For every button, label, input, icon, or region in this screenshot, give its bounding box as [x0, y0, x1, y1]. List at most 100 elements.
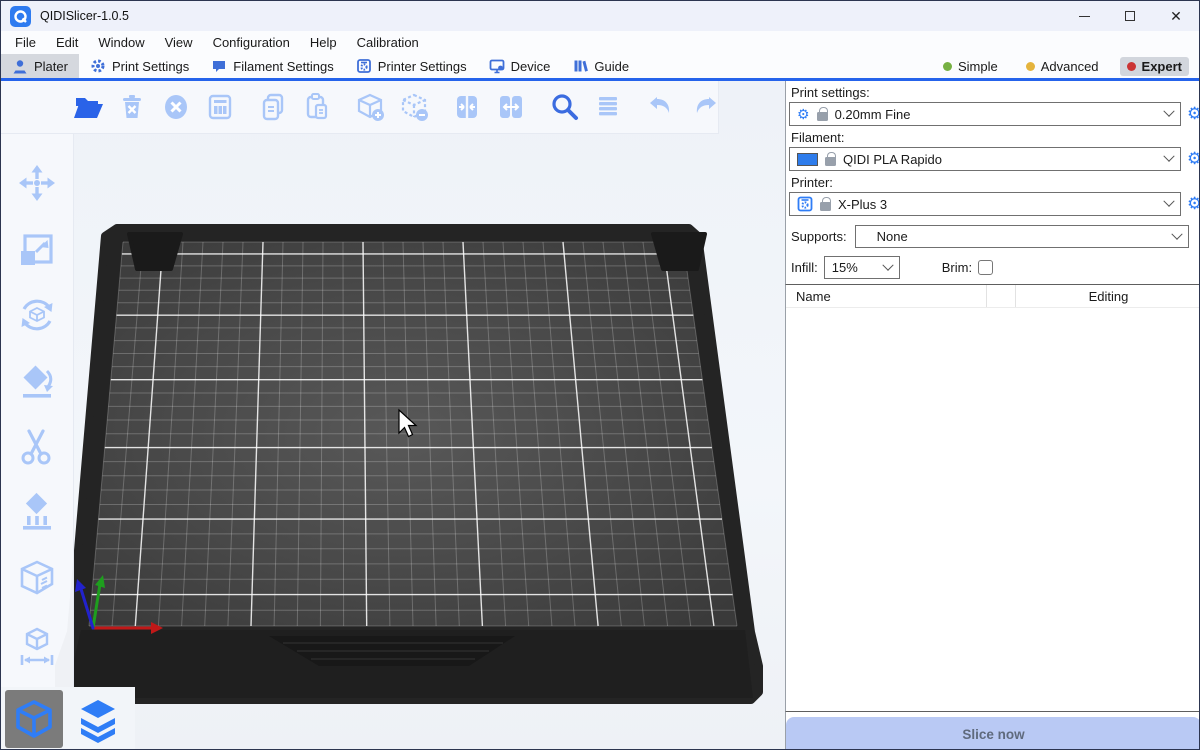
mode-simple[interactable]: Simple [936, 57, 1005, 76]
printer-icon [356, 58, 372, 74]
paint-supports-button[interactable] [14, 490, 60, 536]
filament-value: QIDI PLA Rapido [843, 152, 942, 167]
delete-button[interactable] [113, 89, 150, 126]
simple-dot-icon [943, 62, 952, 71]
printer-label: Printer: [791, 175, 1200, 190]
menu-item-help[interactable]: Help [300, 31, 347, 54]
menu-item-edit[interactable]: Edit [46, 31, 88, 54]
menu-item-configuration[interactable]: Configuration [203, 31, 300, 54]
menu-item-calibration[interactable]: Calibration [347, 31, 429, 54]
view-3d-editor-button[interactable] [5, 690, 63, 748]
remove-instance-button[interactable] [395, 89, 432, 126]
paste-button[interactable] [298, 89, 335, 126]
seam-button[interactable] [14, 556, 60, 602]
copy-button[interactable] [254, 89, 291, 126]
tab-label: Plater [34, 59, 68, 74]
filament-label: Filament: [791, 130, 1200, 145]
object-list-header: Name Editing [786, 285, 1200, 308]
printer-value: X-Plus 3 [838, 197, 887, 212]
viewport-3d[interactable] [1, 81, 785, 750]
menu-item-window[interactable]: Window [88, 31, 154, 54]
device-icon [489, 58, 505, 74]
tab-printer-settings[interactable]: Printer Settings [345, 54, 478, 78]
chevron-down-icon [1163, 196, 1174, 207]
arrange-button[interactable] [201, 89, 238, 126]
tab-label: Device [511, 59, 551, 74]
minimize-button[interactable] [1061, 1, 1107, 31]
add-instance-button[interactable] [351, 89, 388, 126]
layers-icon [592, 91, 624, 123]
tab-device[interactable]: Device [478, 54, 562, 78]
print-settings-combo[interactable]: ⚙ 0.20mm Fine [789, 102, 1181, 126]
mode-expert[interactable]: Expert [1120, 57, 1189, 76]
filament-combo[interactable]: QIDI PLA Rapido [789, 147, 1181, 171]
infill-value: 15% [832, 260, 858, 275]
infill-combo[interactable]: 15% [824, 256, 900, 279]
redo-button[interactable] [686, 89, 723, 126]
print-settings-gear-button[interactable]: ⚙ [1187, 104, 1200, 124]
move-button[interactable] [14, 160, 60, 206]
mode-label: Simple [958, 59, 998, 74]
brim-checkbox[interactable] [978, 260, 993, 275]
gear-icon: ⚙ [797, 107, 810, 121]
redo-icon [689, 91, 721, 123]
scale-button[interactable] [14, 226, 60, 272]
measure-button[interactable] [14, 622, 60, 668]
menu-item-file[interactable]: File [5, 31, 46, 54]
chevron-down-icon [882, 259, 893, 270]
mode-label: Advanced [1041, 59, 1099, 74]
bed-clip-right [653, 234, 705, 269]
open-folder-icon [72, 91, 104, 123]
tab-label: Guide [594, 59, 629, 74]
open-button[interactable] [69, 89, 106, 126]
rotate-button[interactable] [14, 292, 60, 338]
supports-combo[interactable]: None [855, 225, 1189, 248]
cube-3d-icon [11, 696, 57, 742]
split-to-objects-button[interactable] [448, 89, 485, 126]
print-bed-scene [1, 81, 785, 750]
undo-button[interactable] [642, 89, 679, 126]
tab-print-settings[interactable]: Print Settings [79, 54, 200, 78]
view-toggle-bar [1, 687, 135, 750]
printer-gear-button[interactable]: ⚙ [1187, 194, 1200, 214]
close-icon: ✕ [1170, 9, 1182, 23]
split-to-parts-icon [495, 91, 527, 123]
paste-icon [301, 91, 333, 123]
seam-icon [15, 557, 59, 601]
maximize-button[interactable] [1107, 1, 1153, 31]
infill-label: Infill: [791, 260, 818, 275]
tab-guide[interactable]: Guide [561, 54, 640, 78]
cut-button[interactable] [14, 424, 60, 470]
place-on-face-button[interactable] [14, 358, 60, 404]
menu-bar: File Edit Window View Configuration Help… [1, 31, 1199, 54]
split-to-objects-icon [451, 91, 483, 123]
variable-layer-height-button[interactable] [589, 89, 626, 126]
app-logo-icon [10, 6, 31, 27]
filament-icon [211, 58, 227, 74]
copy-icon [257, 91, 289, 123]
filament-gear-button[interactable]: ⚙ [1187, 149, 1200, 169]
search-button[interactable] [545, 89, 582, 126]
supports-label: Supports: [791, 229, 847, 244]
gear-icon [90, 58, 106, 74]
maximize-icon [1125, 11, 1135, 21]
column-editing: Editing [1016, 289, 1200, 304]
delete-all-button[interactable] [157, 89, 194, 126]
delete-icon [116, 91, 148, 123]
view-preview-button[interactable] [69, 690, 127, 748]
tab-plater[interactable]: Plater [1, 54, 79, 78]
slice-now-button[interactable]: Slice now [786, 717, 1200, 750]
close-button[interactable]: ✕ [1153, 1, 1199, 31]
chevron-down-icon [1171, 228, 1182, 239]
object-list[interactable]: Name Editing [785, 284, 1200, 712]
mode-advanced[interactable]: Advanced [1019, 57, 1106, 76]
menu-item-view[interactable]: View [155, 31, 203, 54]
rotate-icon [15, 293, 59, 337]
arrange-icon [204, 91, 236, 123]
printer-icon [797, 196, 813, 212]
tab-filament-settings[interactable]: Filament Settings [200, 54, 344, 78]
tab-label: Printer Settings [378, 59, 467, 74]
chevron-down-icon [1163, 151, 1174, 162]
printer-combo[interactable]: X-Plus 3 [789, 192, 1181, 216]
split-to-parts-button[interactable] [492, 89, 529, 126]
